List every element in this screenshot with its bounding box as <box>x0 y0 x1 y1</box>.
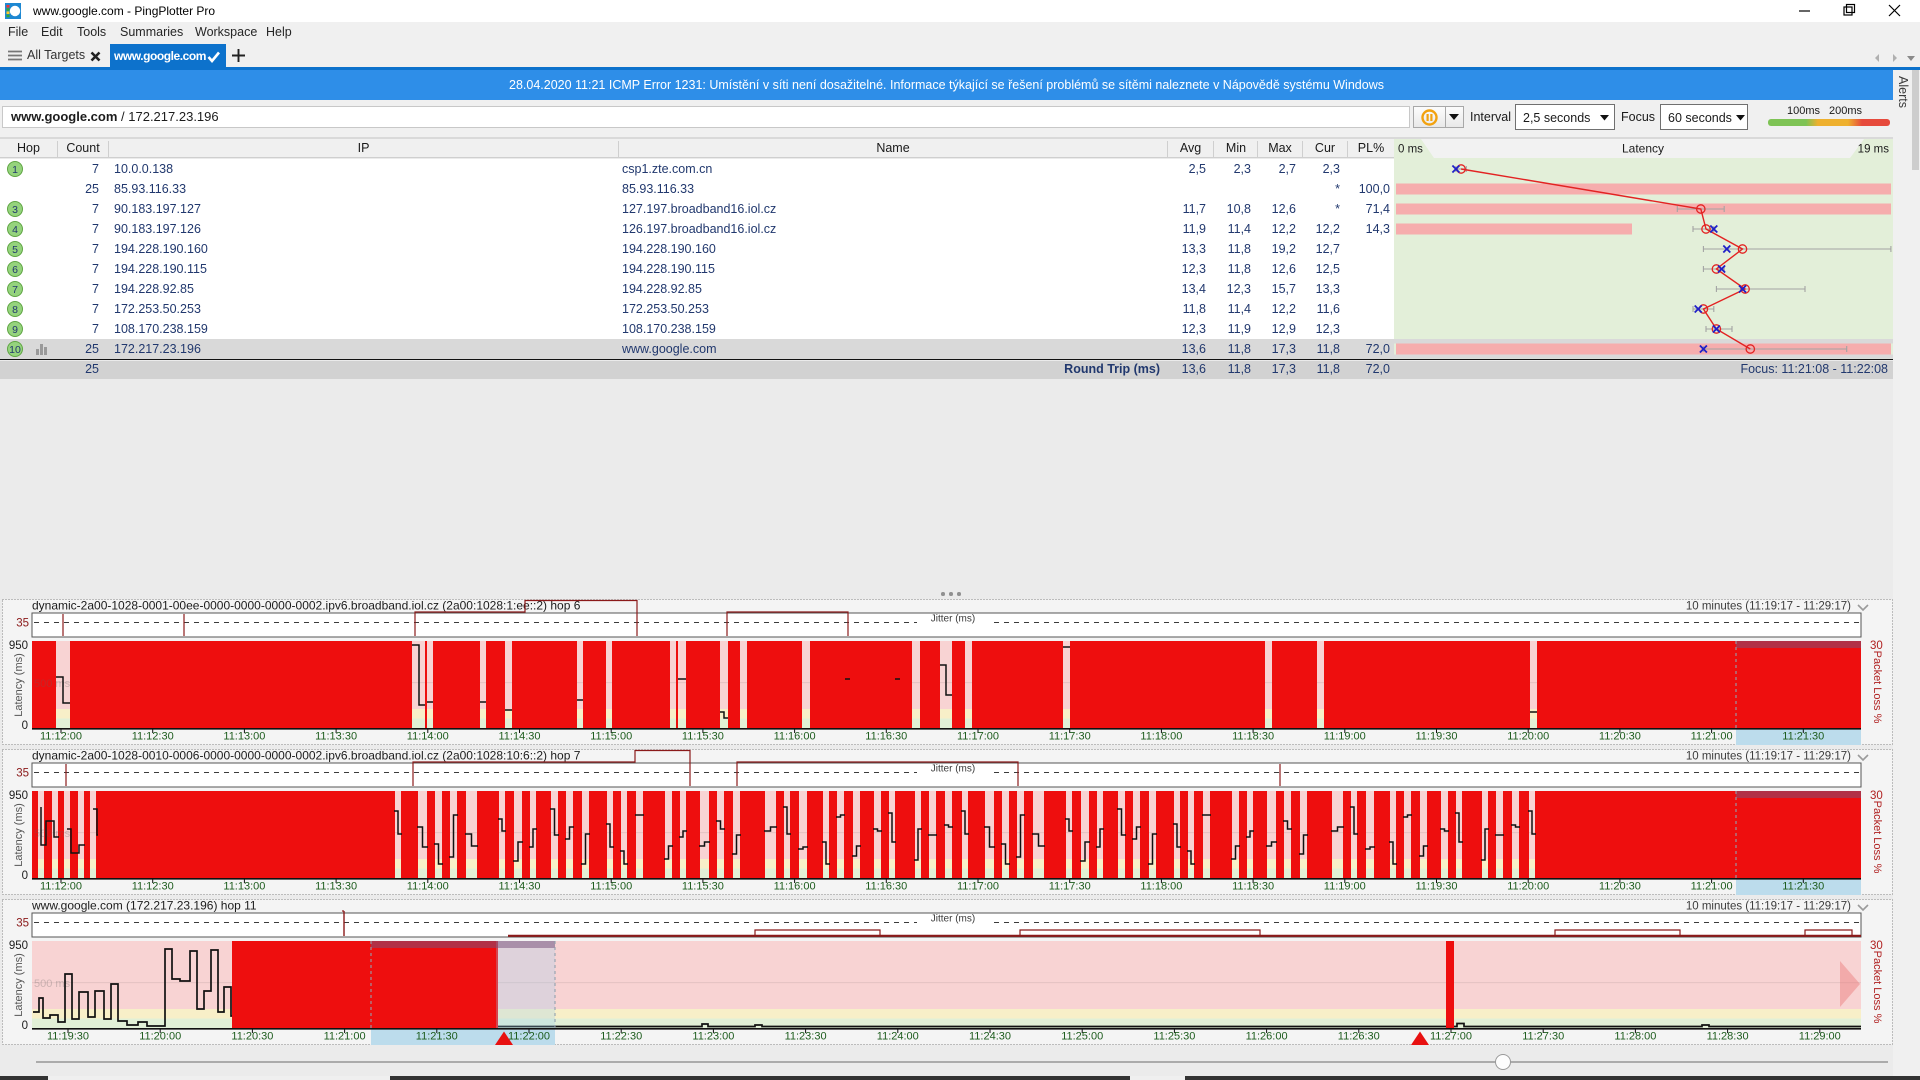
svg-text:11:23:30: 11:23:30 <box>785 1031 827 1043</box>
svg-text:Latency (ms): Latency (ms) <box>13 803 25 867</box>
svg-text:11:18:00: 11:18:00 <box>1140 881 1182 893</box>
svg-text:Latency (ms): Latency (ms) <box>13 653 25 717</box>
svg-text:Jitter (ms): Jitter (ms) <box>931 914 975 925</box>
svg-text:35: 35 <box>16 918 29 930</box>
svg-text:dynamic-2a00-1028-0001-00ee-00: dynamic-2a00-1028-0001-00ee-0000-0000-00… <box>32 599 581 613</box>
svg-text:0: 0 <box>22 1020 28 1032</box>
svg-text:11:19:30: 11:19:30 <box>47 1031 89 1043</box>
svg-text:11:15:00: 11:15:00 <box>590 731 632 743</box>
svg-text:11:21:30: 11:21:30 <box>416 1031 458 1043</box>
svg-text:500 ms: 500 ms <box>34 678 71 690</box>
svg-text:0: 0 <box>22 720 28 732</box>
svg-text:www.google.com (172.217.23.196: www.google.com (172.217.23.196) hop 11 <box>31 899 257 913</box>
svg-text:11:22:30: 11:22:30 <box>600 1031 642 1043</box>
svg-text:10 minutes (11:19:17 - 11:29:1: 10 minutes (11:19:17 - 11:29:17) <box>1686 601 1851 613</box>
svg-text:950: 950 <box>9 640 28 652</box>
svg-text:11:22:00: 11:22:00 <box>508 1031 550 1043</box>
svg-text:11:12:30: 11:12:30 <box>132 881 174 893</box>
svg-text:500 ms: 500 ms <box>34 828 71 840</box>
svg-text:11:18:00: 11:18:00 <box>1140 731 1182 743</box>
svg-text:11:24:30: 11:24:30 <box>969 1031 1011 1043</box>
svg-text:11:20:00: 11:20:00 <box>1507 881 1549 893</box>
svg-text:Jitter (ms): Jitter (ms) <box>931 614 975 625</box>
svg-text:11:14:30: 11:14:30 <box>498 881 540 893</box>
svg-text:11:20:30: 11:20:30 <box>1599 731 1641 743</box>
svg-text:11:26:00: 11:26:00 <box>1246 1031 1288 1043</box>
svg-text:11:21:00: 11:21:00 <box>1691 731 1733 743</box>
svg-text:35: 35 <box>16 618 29 630</box>
svg-text:11:13:00: 11:13:00 <box>223 731 265 743</box>
svg-text:11:15:00: 11:15:00 <box>590 881 632 893</box>
svg-text:11:15:30: 11:15:30 <box>682 731 724 743</box>
svg-text:11:24:00: 11:24:00 <box>877 1031 919 1043</box>
svg-text:11:28:00: 11:28:00 <box>1614 1031 1656 1043</box>
svg-text:Packet Loss %: Packet Loss % <box>1871 651 1883 724</box>
svg-text:11:14:00: 11:14:00 <box>407 731 449 743</box>
svg-text:11:29:00: 11:29:00 <box>1799 1031 1841 1043</box>
svg-text:11:19:30: 11:19:30 <box>1415 731 1457 743</box>
svg-text:11:15:30: 11:15:30 <box>682 881 724 893</box>
svg-text:11:20:00: 11:20:00 <box>139 1031 181 1043</box>
svg-text:19 ms: 19 ms <box>1858 144 1890 156</box>
svg-text:dynamic-2a00-1028-0010-0006-00: dynamic-2a00-1028-0010-0006-0000-0000-00… <box>32 749 581 763</box>
svg-text:11:16:30: 11:16:30 <box>865 731 907 743</box>
svg-text:11:13:30: 11:13:30 <box>315 881 357 893</box>
svg-text:950: 950 <box>9 940 28 952</box>
svg-text:11:14:00: 11:14:00 <box>407 881 449 893</box>
svg-text:11:12:00: 11:12:00 <box>40 731 82 743</box>
svg-text:950: 950 <box>9 790 28 802</box>
svg-text:11:26:30: 11:26:30 <box>1338 1031 1380 1043</box>
svg-text:11:13:00: 11:13:00 <box>223 881 265 893</box>
svg-text:11:19:00: 11:19:00 <box>1324 731 1366 743</box>
svg-text:11:17:30: 11:17:30 <box>1049 731 1091 743</box>
svg-text:11:21:00: 11:21:00 <box>1691 881 1733 893</box>
svg-text:11:21:00: 11:21:00 <box>324 1031 366 1043</box>
svg-text:10 minutes (11:19:17 - 11:29:1: 10 minutes (11:19:17 - 11:29:17) <box>1686 751 1851 763</box>
svg-text:11:12:30: 11:12:30 <box>132 731 174 743</box>
svg-text:11:21:30: 11:21:30 <box>1782 731 1824 743</box>
svg-text:11:25:30: 11:25:30 <box>1153 1031 1195 1043</box>
svg-text:35: 35 <box>16 768 29 780</box>
svg-text:Latency: Latency <box>1622 142 1664 156</box>
svg-text:11:23:00: 11:23:00 <box>692 1031 734 1043</box>
svg-text:11:13:30: 11:13:30 <box>315 731 357 743</box>
svg-text:11:25:00: 11:25:00 <box>1061 1031 1103 1043</box>
svg-text:11:18:30: 11:18:30 <box>1232 731 1274 743</box>
svg-text:11:17:00: 11:17:00 <box>957 881 999 893</box>
svg-text:11:16:00: 11:16:00 <box>774 731 816 743</box>
svg-text:11:14:30: 11:14:30 <box>498 731 540 743</box>
svg-text:11:12:00: 11:12:00 <box>40 881 82 893</box>
svg-text:0 ms: 0 ms <box>1398 144 1423 156</box>
svg-text:Packet Loss %: Packet Loss % <box>1871 801 1883 874</box>
svg-text:Latency (ms): Latency (ms) <box>13 953 25 1017</box>
svg-text:0: 0 <box>22 870 28 882</box>
svg-text:11:16:30: 11:16:30 <box>865 881 907 893</box>
svg-text:11:17:30: 11:17:30 <box>1049 881 1091 893</box>
svg-text:11:20:00: 11:20:00 <box>1507 731 1549 743</box>
svg-text:10 minutes (11:19:17 - 11:29:1: 10 minutes (11:19:17 - 11:29:17) <box>1686 901 1851 913</box>
svg-text:11:19:00: 11:19:00 <box>1324 881 1366 893</box>
svg-text:11:16:00: 11:16:00 <box>774 881 816 893</box>
svg-text:11:20:30: 11:20:30 <box>231 1031 273 1043</box>
svg-text:11:17:00: 11:17:00 <box>957 731 999 743</box>
svg-text:11:27:00: 11:27:00 <box>1430 1031 1472 1043</box>
svg-text:11:28:30: 11:28:30 <box>1707 1031 1749 1043</box>
svg-text:11:19:30: 11:19:30 <box>1415 881 1457 893</box>
svg-text:11:27:30: 11:27:30 <box>1522 1031 1564 1043</box>
svg-text:Packet Loss %: Packet Loss % <box>1871 951 1883 1024</box>
svg-text:11:18:30: 11:18:30 <box>1232 881 1274 893</box>
svg-text:11:21:30: 11:21:30 <box>1782 881 1824 893</box>
svg-text:Jitter (ms): Jitter (ms) <box>931 764 975 775</box>
svg-text:11:20:30: 11:20:30 <box>1599 881 1641 893</box>
